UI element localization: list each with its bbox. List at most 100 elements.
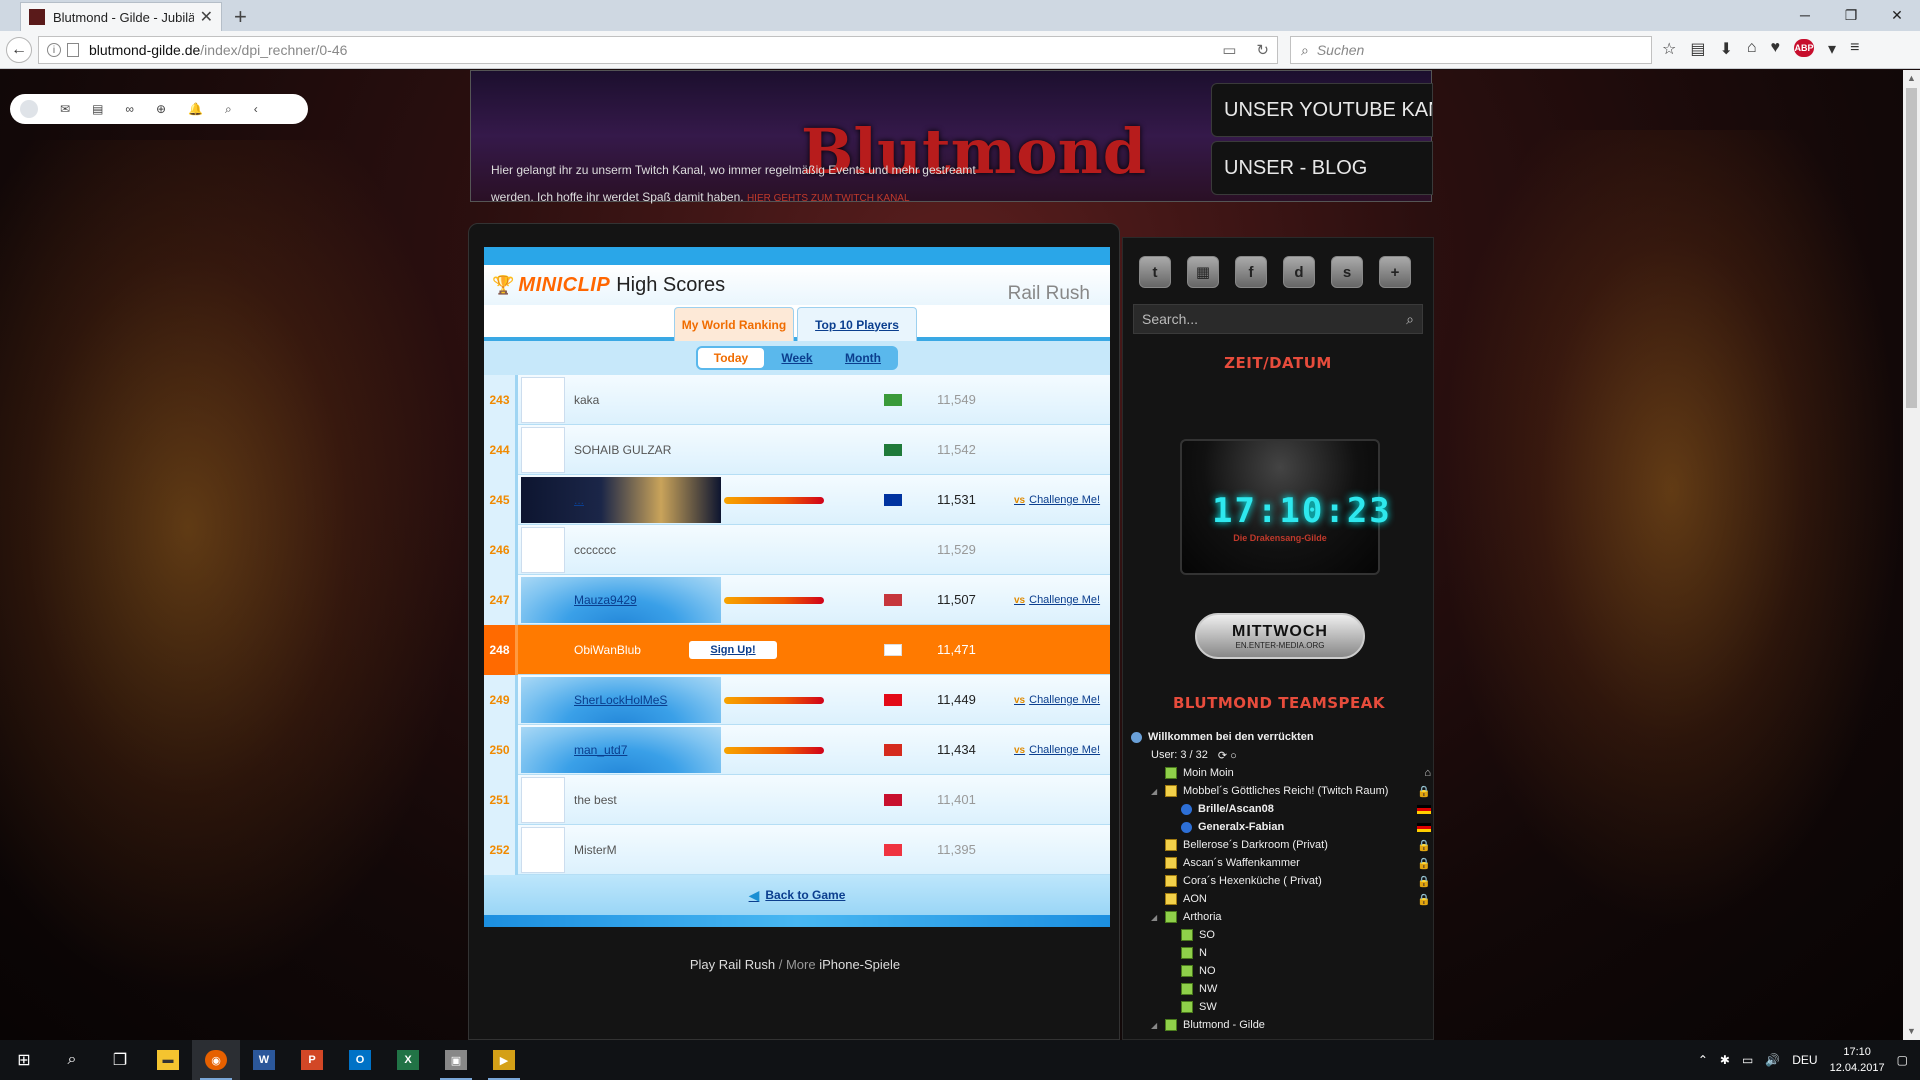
- ts-user[interactable]: Brille/Ascan08: [1131, 800, 1431, 818]
- expand-toggle-icon[interactable]: ◢: [1151, 787, 1161, 796]
- word-button[interactable]: W: [240, 1040, 288, 1080]
- challenge-me-link[interactable]: vs Challenge Me!: [1014, 594, 1100, 606]
- page-scrollbar[interactable]: ▲ ▼: [1903, 70, 1920, 1040]
- search-button[interactable]: ⌕: [48, 1040, 96, 1080]
- tab-title: Blutmond - Gilde - Jubiläu...: [53, 9, 194, 25]
- ts-channel[interactable]: ◢ Blutmond - Gilde: [1131, 1016, 1431, 1034]
- facebook-icon[interactable]: f: [1235, 256, 1267, 288]
- reload-icon[interactable]: ↻: [1256, 41, 1269, 59]
- search-icon[interactable]: ⌕: [225, 102, 232, 117]
- ts-user[interactable]: Generalx-Fabian: [1131, 818, 1431, 836]
- user-avatar-icon[interactable]: [20, 100, 38, 118]
- sign-up-button[interactable]: Sign Up!: [689, 641, 777, 659]
- firefox-button[interactable]: ◉: [192, 1040, 240, 1080]
- ts-channel[interactable]: Bellerose´s Darkroom (Privat) 🔒: [1131, 836, 1431, 854]
- bookmarks-icon[interactable]: ▤: [1690, 39, 1705, 59]
- player-name[interactable]: SherLockHolMeS: [574, 693, 667, 707]
- link-icon[interactable]: ∞: [125, 102, 134, 116]
- back-arrow-icon[interactable]: ←: [6, 37, 32, 63]
- expand-toggle-icon[interactable]: ◢: [1151, 1021, 1161, 1030]
- explorer-button[interactable]: ▬: [144, 1040, 192, 1080]
- start-button[interactable]: ⊞: [0, 1040, 48, 1080]
- expand-toggle-icon[interactable]: ◢: [1151, 913, 1161, 922]
- ts-channel[interactable]: SW: [1131, 998, 1431, 1016]
- iphone-games-link[interactable]: iPhone-Spiele: [819, 957, 900, 972]
- restore-icon[interactable]: ❐: [1828, 0, 1874, 30]
- tray-bluetooth-icon[interactable]: ✱: [1720, 1053, 1730, 1067]
- period-today[interactable]: Today: [698, 348, 764, 368]
- tab-top-10-players[interactable]: Top 10 Players: [797, 307, 917, 341]
- volume-icon[interactable]: 🔊: [1765, 1053, 1780, 1067]
- browser-tab[interactable]: Blutmond - Gilde - Jubiläu... ✕: [20, 2, 222, 31]
- ts-channel[interactable]: N: [1131, 944, 1431, 962]
- stumbleupon-icon[interactable]: s: [1331, 256, 1363, 288]
- twitch-link[interactable]: HIER GEHTS ZUM TWITCH KANAL: [747, 193, 910, 204]
- ts-channel[interactable]: Ascan´s Waffenkammer 🔒: [1131, 854, 1431, 872]
- collapse-icon[interactable]: ‹: [254, 102, 258, 116]
- period-week[interactable]: Week: [764, 348, 830, 368]
- bell-icon[interactable]: 🔔: [188, 102, 203, 116]
- ts-channel[interactable]: Moin Moin ⌂: [1131, 764, 1431, 782]
- browser-search-input[interactable]: ⌕ Suchen: [1290, 36, 1652, 64]
- ts-channel[interactable]: AON 🔒: [1131, 890, 1431, 908]
- download-icon[interactable]: ⬇: [1719, 39, 1732, 59]
- powerpoint-button[interactable]: P: [288, 1040, 336, 1080]
- ranking-list: 243 kaka 11,549 244 SOHAIB GULZAR 11,542 245..…: [484, 374, 1110, 875]
- adblock-icon[interactable]: ABP: [1794, 39, 1815, 57]
- scroll-thumb[interactable]: [1906, 88, 1917, 408]
- youtube-button[interactable]: UNSER YOUTUBE KANAL: [1211, 83, 1433, 137]
- refresh-icon[interactable]: ⟳ ○: [1218, 749, 1237, 762]
- play-link[interactable]: Play Rail Rush: [690, 957, 775, 972]
- home-icon[interactable]: ⌂: [1747, 39, 1757, 59]
- ts-channel[interactable]: NW: [1131, 980, 1431, 998]
- network-icon[interactable]: ▭: [1742, 1053, 1753, 1067]
- player-name[interactable]: ...: [574, 493, 584, 507]
- scroll-down-icon[interactable]: ▼: [1903, 1023, 1920, 1040]
- player-name[interactable]: man_utd7: [574, 743, 627, 757]
- reader-view-icon[interactable]: ▭: [1222, 41, 1236, 59]
- media-player-button[interactable]: ▶: [480, 1040, 528, 1080]
- excel-button[interactable]: X: [384, 1040, 432, 1080]
- ts-channel[interactable]: NO: [1131, 962, 1431, 980]
- menu-icon[interactable]: ≡: [1850, 39, 1859, 59]
- ts-channel[interactable]: SO: [1131, 926, 1431, 944]
- scroll-up-icon[interactable]: ▲: [1903, 70, 1920, 87]
- ts-channel[interactable]: ◢ Mobbel´s Göttliches Reich! (Twitch Raum…: [1131, 782, 1431, 800]
- url-bar[interactable]: i blutmond-gilde.de/index/dpi_rechner/0-…: [38, 36, 1278, 64]
- new-tab-button[interactable]: +: [234, 4, 247, 30]
- challenge-me-link[interactable]: vs Challenge Me!: [1014, 694, 1100, 706]
- language-indicator[interactable]: DEU: [1792, 1053, 1817, 1067]
- outlook-button[interactable]: O: [336, 1040, 384, 1080]
- ts-channel[interactable]: Cora´s Hexenküche ( Privat) 🔒: [1131, 872, 1431, 890]
- back-to-game-link[interactable]: ◀ Back to Game: [484, 875, 1110, 915]
- sidebar-search-input[interactable]: Search... ⌕: [1133, 304, 1423, 334]
- mail-icon[interactable]: ✉: [60, 102, 70, 116]
- notes-icon[interactable]: ▤: [92, 102, 103, 116]
- twitter-icon[interactable]: t: [1139, 256, 1171, 288]
- digg-icon[interactable]: d: [1283, 256, 1315, 288]
- plus-icon[interactable]: +: [1379, 256, 1411, 288]
- dropdown-icon[interactable]: ▾: [1828, 39, 1836, 59]
- taskbar-clock[interactable]: 17:10 12.04.2017: [1830, 1044, 1885, 1076]
- ts-channel[interactable]: ◢ Arthoria: [1131, 908, 1431, 926]
- task-view-button[interactable]: ❐: [96, 1040, 144, 1080]
- ts-server[interactable]: Willkommen bei den verrückten: [1131, 728, 1431, 746]
- bookmark-star-icon[interactable]: ☆: [1662, 39, 1676, 59]
- challenge-me-link[interactable]: vs Challenge Me!: [1014, 744, 1100, 756]
- tab-my-world-ranking[interactable]: My World Ranking: [674, 307, 794, 341]
- delicious-icon[interactable]: ▦: [1187, 256, 1219, 288]
- info-icon[interactable]: i: [47, 43, 61, 57]
- challenge-me-link[interactable]: vs Challenge Me!: [1014, 494, 1100, 506]
- minimize-icon[interactable]: ─: [1782, 0, 1828, 30]
- notifications-icon[interactable]: ▢: [1897, 1053, 1908, 1067]
- tray-expand-icon[interactable]: ⌃: [1698, 1053, 1708, 1067]
- search-icon[interactable]: ⌕: [1406, 311, 1414, 328]
- blog-button[interactable]: UNSER - BLOG: [1211, 141, 1433, 195]
- close-tab-icon[interactable]: ✕: [200, 7, 213, 27]
- period-month[interactable]: Month: [830, 348, 896, 368]
- close-window-icon[interactable]: ✕: [1874, 0, 1920, 30]
- add-icon[interactable]: ⊕: [156, 102, 166, 116]
- player-name[interactable]: Mauza9429: [574, 593, 637, 607]
- pocket-icon[interactable]: ♥: [1771, 39, 1781, 59]
- app-button[interactable]: ▣: [432, 1040, 480, 1080]
